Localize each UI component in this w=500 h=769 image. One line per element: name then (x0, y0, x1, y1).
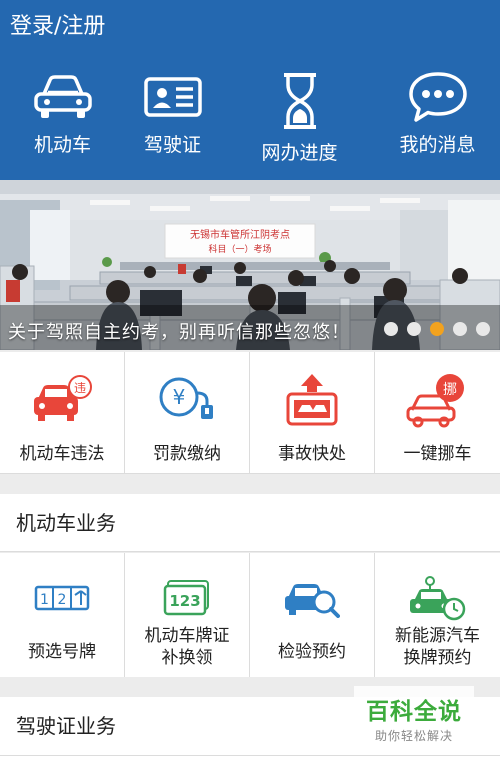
nav-item-license[interactable]: 驾驶证 (110, 64, 235, 157)
hourglass-icon (237, 64, 362, 138)
quick-action-accident[interactable]: 事故快处 (250, 352, 375, 473)
quick-action-move-car[interactable]: 挪 一键挪车 (375, 352, 500, 473)
wall-sign-line2: 科目（一）考场 (208, 243, 271, 254)
carousel-dot[interactable] (384, 322, 398, 336)
vehicle-item-label-line2: 补换领 (161, 648, 213, 668)
vehicle-item-label-line1: 机动车牌证 (144, 626, 230, 646)
yen-coin-icon: ¥ (125, 372, 249, 428)
quick-action-label: 机动车违法 (19, 444, 105, 464)
nav-item-messages[interactable]: 我的消息 (375, 64, 500, 157)
car-inspection-icon (250, 573, 374, 623)
login-register-link[interactable]: 登录/注册 (10, 8, 105, 40)
id-card-icon (110, 64, 235, 130)
carousel-dot-active[interactable] (430, 322, 444, 336)
car-icon (0, 64, 125, 130)
vehicle-business-grid: 1 2 预选号牌 123 机动车牌证 补换领 检验预约 新能源汽车 换牌预约 (0, 553, 500, 677)
section-title-vehicle: 机动车业务 (0, 494, 500, 552)
quick-action-fine-payment[interactable]: ¥ 罚款缴纳 (125, 352, 250, 473)
watermark-logo: 百科全说 助你轻松解决 (354, 686, 474, 746)
top-header: 登录/注册 机动车 驾驶证 网办进度 我的消息 (0, 0, 500, 180)
vehicle-item-label-line1: 新能源汽车 (395, 626, 480, 646)
carousel-dot[interactable] (407, 322, 421, 336)
svg-text:2: 2 (58, 592, 67, 608)
nav-label: 驾驶证 (143, 134, 201, 156)
move-car-icon: 挪 (375, 372, 500, 428)
vehicle-item-label: 机动车牌证 补换领 (125, 625, 249, 669)
nav-item-vehicle[interactable]: 机动车 (0, 64, 125, 157)
news-banner[interactable]: 无锡市车管所江阴考点 科目（一）考场 关于驾照自主约考，别再听信那些忽悠！ (0, 180, 500, 350)
svg-text:123: 123 (169, 592, 200, 610)
ev-car-clock-icon (375, 573, 500, 623)
svg-text:挪: 挪 (443, 382, 457, 398)
quick-action-label: 一键挪车 (403, 444, 472, 464)
accident-photo-icon (250, 372, 374, 428)
carousel-dot[interactable] (453, 322, 467, 336)
plate-selection-icon: 1 2 (0, 573, 124, 623)
vehicle-item-plate-selection[interactable]: 1 2 预选号牌 (0, 553, 125, 677)
svg-text:1: 1 (40, 592, 49, 608)
svg-text:违: 违 (74, 381, 86, 395)
quick-action-label: 事故快处 (278, 444, 346, 464)
license-business-grid-edge (0, 755, 500, 769)
watermark-subtitle: 助你轻松解决 (374, 729, 453, 743)
quick-action-violation[interactable]: 违 机动车违法 (0, 352, 125, 473)
wall-sign-line1: 无锡市车管所江阴考点 (190, 228, 290, 241)
vehicle-item-plate-reissue[interactable]: 123 机动车牌证 补换领 (125, 553, 250, 677)
vehicle-item-label-line2: 换牌预约 (403, 648, 472, 668)
plate-123-icon: 123 (125, 573, 249, 623)
nav-item-progress[interactable]: 网办进度 (237, 64, 362, 165)
svg-text:¥: ¥ (173, 385, 186, 409)
vehicle-item-label: 检验预约 (278, 642, 346, 662)
watermark-title: 百科全说 (366, 699, 462, 725)
carousel-indicators[interactable] (384, 322, 490, 336)
chat-bubble-icon (375, 64, 500, 130)
quick-action-label: 罚款缴纳 (153, 444, 221, 464)
vehicle-item-ev-plate[interactable]: 新能源汽车 换牌预约 (375, 553, 500, 677)
car-violation-icon: 违 (0, 372, 124, 428)
quick-actions-grid: 违 机动车违法 ¥ 罚款缴纳 事故快处 挪 一键挪车 (0, 352, 500, 474)
vehicle-item-label: 预选号牌 (28, 642, 96, 662)
nav-label: 网办进度 (261, 142, 338, 164)
vehicle-item-label: 新能源汽车 换牌预约 (375, 625, 500, 669)
nav-label: 机动车 (33, 134, 91, 156)
carousel-dot[interactable] (476, 322, 490, 336)
nav-label: 我的消息 (399, 134, 476, 156)
banner-caption[interactable]: 关于驾照自主约考，别再听信那些忽悠！ (8, 318, 350, 344)
vehicle-item-inspection[interactable]: 检验预约 (250, 553, 375, 677)
